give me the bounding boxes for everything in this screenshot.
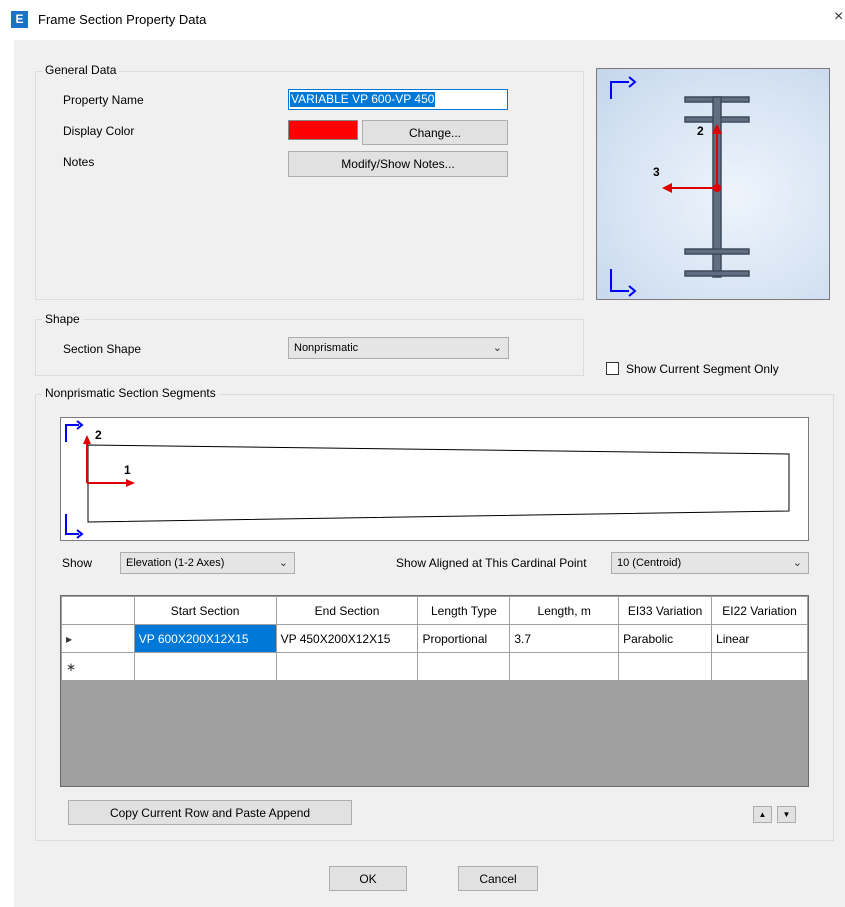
table-cell[interactable] (711, 652, 808, 681)
close-button[interactable]: × (834, 8, 843, 26)
preview-axis-3-label: 3 (653, 165, 660, 179)
cancel-button[interactable]: Cancel (458, 866, 538, 891)
corner-arrow-top (628, 76, 637, 88)
shape-title: Shape (42, 312, 83, 326)
section-preview-panel: 2 3 (596, 68, 830, 300)
table-cell[interactable] (509, 652, 620, 681)
move-row-down-button[interactable]: ▼ (777, 806, 796, 823)
property-name-selected-text: VARIABLE VP 600-VP 450 (290, 92, 436, 107)
up-arrow-icon: ▲ (758, 810, 767, 819)
preview-axis-2-label: 2 (697, 124, 704, 138)
down-arrow-icon: ▼ (782, 810, 791, 819)
title-bar: E Frame Section Property Data × (0, 0, 845, 40)
table-row-new[interactable]: ∗ (61, 652, 808, 681)
i-section-drawing (610, 76, 750, 297)
elev-axis-1-label: 1 (124, 463, 131, 477)
show-current-segment-label: Show Current Segment Only (626, 362, 779, 376)
elev-axis-2-label: 2 (95, 428, 102, 442)
table-cell[interactable] (133, 652, 277, 681)
table-cell-end-section[interactable]: VP 450X200X12X15 (275, 624, 419, 653)
table-cell[interactable] (417, 652, 511, 681)
show-view-value: Elevation (1-2 Axes) (126, 557, 225, 569)
table-cell-length-type[interactable]: Proportional (417, 624, 511, 653)
segments-grid: Start Section End Section Length Type Le… (60, 595, 809, 787)
elevation-drawing (65, 420, 790, 539)
section-shape-label: Section Shape (63, 342, 142, 356)
property-name-label: Property Name (63, 93, 144, 107)
show-view-dropdown[interactable]: Elevation (1-2 Axes) ⌄ (120, 552, 295, 574)
segments-title: Nonprismatic Section Segments (42, 386, 219, 400)
ok-button[interactable]: OK (329, 866, 407, 891)
modify-show-notes-button[interactable]: Modify/Show Notes... (288, 151, 508, 177)
cardinal-point-label: Show Aligned at This Cardinal Point (396, 556, 587, 570)
table-cell-start-section[interactable]: VP 600X200X12X15 (133, 624, 277, 653)
chevron-down-icon: ⌄ (492, 342, 502, 354)
app-icon: E (11, 11, 28, 28)
cardinal-point-dropdown[interactable]: 10 (Centroid) ⌄ (611, 552, 809, 574)
column-header[interactable]: EI22 Variation (711, 596, 808, 625)
segments-table: Start Section End Section Length Type Le… (61, 596, 808, 681)
section-shape-value: Nonprismatic (294, 342, 359, 354)
table-cell-length[interactable]: 3.7 (509, 624, 620, 653)
elev-corner-top (65, 424, 79, 442)
centroid-point (713, 184, 721, 192)
column-header[interactable]: End Section (275, 596, 419, 625)
general-data-title: General Data (42, 63, 120, 77)
new-row-selector[interactable]: ∗ (61, 652, 135, 681)
show-current-segment-checkbox[interactable] (606, 362, 619, 375)
tapered-member-outline (87, 444, 790, 523)
display-color-label: Display Color (63, 124, 135, 138)
window-title: Frame Section Property Data (38, 12, 207, 27)
chevron-down-icon: ⌄ (278, 557, 288, 569)
column-header[interactable]: Length Type (417, 596, 511, 625)
column-header[interactable]: Length, m (509, 596, 620, 625)
row-selector[interactable]: ▸ (61, 624, 135, 653)
elevation-preview-panel: 2 1 (60, 417, 809, 541)
table-cell[interactable] (618, 652, 713, 681)
elev-axis-2-arrowhead (83, 435, 91, 444)
move-row-up-button[interactable]: ▲ (753, 806, 772, 823)
table-cell-ei22[interactable]: Linear (711, 624, 808, 653)
table-cell-ei33[interactable]: Parabolic (618, 624, 713, 653)
notes-label: Notes (63, 155, 95, 169)
table-cell[interactable] (275, 652, 419, 681)
section-shape-dropdown[interactable]: Nonprismatic ⌄ (288, 337, 509, 359)
copy-row-paste-append-button[interactable]: Copy Current Row and Paste Append (68, 800, 352, 825)
axis-3-arrowhead (662, 183, 672, 193)
chevron-down-icon: ⌄ (792, 557, 802, 569)
corner-arrow-bottom (628, 285, 637, 297)
show-label: Show (62, 556, 93, 570)
table-row[interactable]: ▸ VP 600X200X12X15 VP 450X200X12X15 Prop… (61, 624, 808, 653)
corner-mark-bottom (610, 269, 629, 292)
display-color-swatch[interactable] (288, 120, 358, 140)
change-color-button[interactable]: Change... (362, 120, 508, 145)
row-header-corner (61, 596, 135, 625)
table-header-row: Start Section End Section Length Type Le… (61, 596, 808, 625)
cardinal-point-value: 10 (Centroid) (617, 557, 682, 569)
corner-mark-top (610, 81, 629, 99)
column-header[interactable]: EI33 Variation (618, 596, 713, 625)
column-header[interactable]: Start Section (133, 596, 277, 625)
